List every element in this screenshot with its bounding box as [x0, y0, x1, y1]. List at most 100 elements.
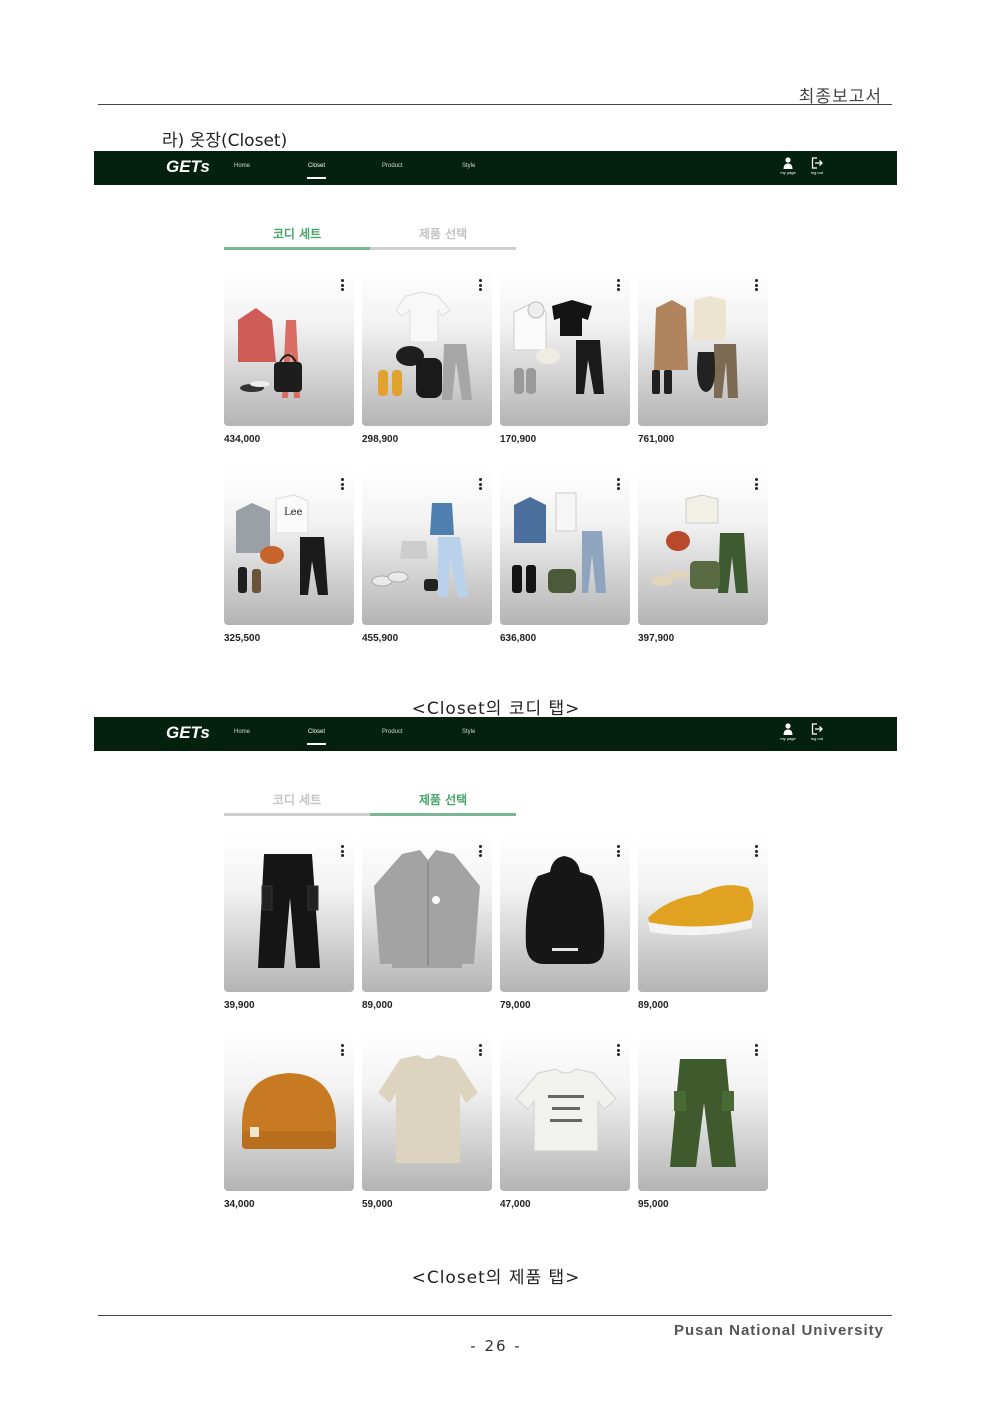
product-image: [648, 885, 754, 936]
logout-button[interactable]: log out: [806, 157, 828, 175]
section-title: 라) 옷장(Closet): [162, 131, 288, 151]
tab-product-select[interactable]: 제품 선택: [370, 225, 516, 250]
top-navbar: GETs Home Closet Product Style my page l…: [94, 151, 897, 185]
closet-coordi-screenshot: GETs Home Closet Product Style my page l…: [94, 151, 897, 651]
coordi-card[interactable]: [362, 469, 492, 625]
outfit-image: [238, 308, 302, 398]
outfit-image: [378, 291, 472, 400]
coordi-card[interactable]: Lee: [224, 469, 354, 625]
svg-text:Lee: Lee: [284, 507, 303, 518]
outfit-image: [513, 300, 604, 394]
nav-product[interactable]: Product: [382, 163, 403, 169]
coordi-card[interactable]: [224, 270, 354, 426]
tab-product-select[interactable]: 제품 선택: [370, 791, 516, 816]
figure-caption-product: <Closet의 제품 탭>: [411, 1268, 581, 1288]
figure-caption-coordi: <Closet의 코디 탭>: [411, 699, 581, 719]
product-image: [378, 1055, 478, 1163]
more-vert-icon[interactable]: [617, 1044, 620, 1058]
more-vert-icon[interactable]: [755, 1044, 758, 1058]
logout-icon: [811, 723, 823, 735]
more-vert-icon[interactable]: [755, 845, 758, 859]
nav-home[interactable]: Home: [234, 729, 250, 735]
coordi-price: 298,900: [362, 434, 399, 445]
coordi-card[interactable]: [362, 270, 492, 426]
product-card[interactable]: [224, 836, 354, 992]
top-navbar: GETs Home Closet Product Style my page l…: [94, 717, 897, 751]
coordi-price: 761,000: [638, 434, 675, 445]
more-vert-icon[interactable]: [341, 478, 344, 492]
my-page-label: my page: [780, 170, 796, 175]
product-card[interactable]: [500, 836, 630, 992]
coordi-price: 636,800: [500, 633, 537, 644]
product-card[interactable]: [224, 1035, 354, 1191]
logout-label: log out: [810, 170, 823, 175]
page-number: - 26 -: [470, 1337, 522, 1355]
my-page-label: my page: [780, 736, 796, 741]
nav-style[interactable]: Style: [462, 729, 475, 735]
product-image: [670, 1059, 736, 1167]
product-price: 47,000: [500, 1199, 531, 1210]
my-page-button[interactable]: my page: [777, 157, 799, 175]
more-vert-icon[interactable]: [755, 478, 758, 492]
user-icon: [783, 157, 793, 169]
outfit-image: [371, 503, 468, 597]
product-image: [374, 850, 480, 968]
app-logo[interactable]: GETs: [166, 157, 210, 177]
nav-closet[interactable]: Closet: [306, 163, 327, 179]
app-logo[interactable]: GETs: [166, 723, 210, 743]
product-card[interactable]: [362, 1035, 492, 1191]
my-page-button[interactable]: my page: [777, 723, 799, 741]
outfit-image: Lee: [236, 494, 328, 595]
more-vert-icon[interactable]: [341, 1044, 344, 1058]
more-vert-icon[interactable]: [341, 845, 344, 859]
more-vert-icon[interactable]: [755, 279, 758, 293]
product-card[interactable]: [638, 836, 768, 992]
closet-tabs: 코디 세트 제품 선택: [224, 791, 516, 816]
footer-rule: [98, 1315, 892, 1316]
nav-style[interactable]: Style: [462, 163, 475, 169]
coordi-price: 325,500: [224, 633, 261, 644]
product-image: [515, 1068, 617, 1152]
product-card[interactable]: [362, 836, 492, 992]
product-price: 89,000: [362, 1000, 393, 1011]
logout-button[interactable]: log out: [806, 723, 828, 741]
product-price: 95,000: [638, 1199, 669, 1210]
logout-icon: [811, 157, 823, 169]
product-price: 34,000: [224, 1199, 255, 1210]
product-image: [242, 1073, 336, 1149]
logout-label: log out: [810, 736, 823, 741]
more-vert-icon[interactable]: [479, 845, 482, 859]
header-rule: [98, 104, 892, 105]
more-vert-icon[interactable]: [617, 279, 620, 293]
more-vert-icon[interactable]: [479, 279, 482, 293]
coordi-card[interactable]: [500, 270, 630, 426]
coordi-price: 455,900: [362, 633, 399, 644]
coordi-card[interactable]: [638, 270, 768, 426]
tab-coordi-set[interactable]: 코디 세트: [224, 225, 370, 250]
tab-coordi-label: 코디 세트: [272, 793, 322, 807]
coordi-price: 170,900: [500, 434, 537, 445]
nav-home[interactable]: Home: [234, 163, 250, 169]
product-image: [525, 856, 605, 964]
more-vert-icon[interactable]: [617, 478, 620, 492]
nav-product[interactable]: Product: [382, 729, 403, 735]
product-price: 89,000: [638, 1000, 669, 1011]
outfit-image: [652, 296, 738, 398]
closet-tabs: 코디 세트 제품 선택: [224, 225, 516, 250]
product-card[interactable]: [638, 1035, 768, 1191]
closet-product-screenshot: GETs Home Closet Product Style my page l…: [94, 717, 897, 1217]
more-vert-icon[interactable]: [479, 1044, 482, 1058]
product-image: [258, 854, 320, 968]
user-icon: [783, 723, 793, 735]
more-vert-icon[interactable]: [479, 478, 482, 492]
more-vert-icon[interactable]: [341, 279, 344, 293]
more-vert-icon[interactable]: [617, 845, 620, 859]
tab-coordi-set[interactable]: 코디 세트: [224, 791, 370, 816]
outfit-image: [512, 492, 606, 593]
coordi-card[interactable]: [638, 469, 768, 625]
coordi-price: 397,900: [638, 633, 675, 644]
coordi-card[interactable]: [500, 469, 630, 625]
nav-closet[interactable]: Closet: [306, 729, 327, 745]
product-price: 39,900: [224, 1000, 255, 1011]
product-card[interactable]: [500, 1035, 630, 1191]
